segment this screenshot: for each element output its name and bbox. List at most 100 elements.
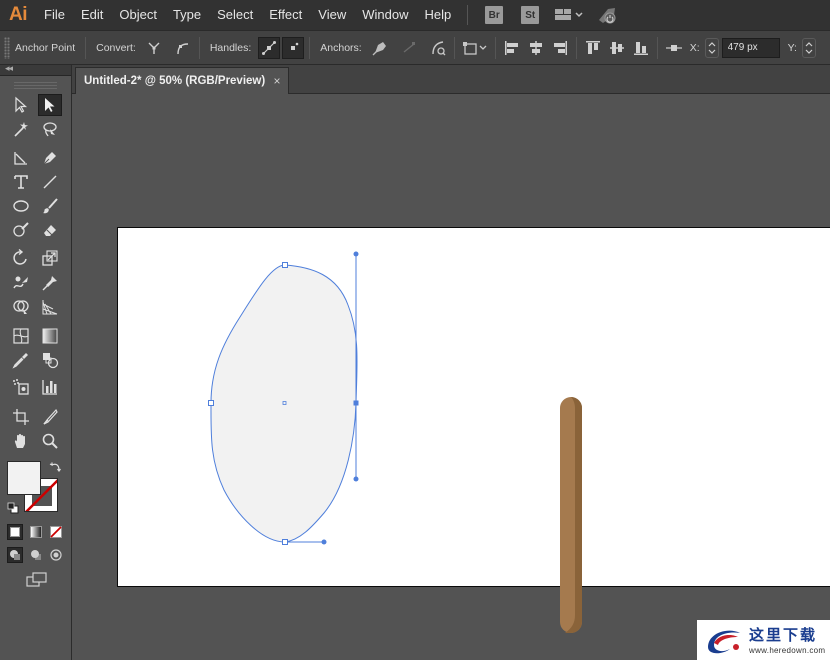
menu-edit[interactable]: Edit [73, 0, 111, 30]
stock-button[interactable]: St [521, 6, 540, 24]
menu-type[interactable]: Type [165, 0, 209, 30]
reference-point-button[interactable] [663, 37, 685, 59]
align-right-button[interactable] [549, 37, 571, 59]
menu-window[interactable]: Window [354, 0, 416, 30]
swap-fill-stroke-button[interactable] [49, 461, 63, 475]
control-separator [85, 36, 87, 59]
shaper-tool[interactable] [9, 219, 33, 241]
gradient-mode-button[interactable] [28, 524, 44, 540]
convert-corner-icon [148, 42, 160, 54]
document-tab[interactable]: Untitled-2* @ 50% (RGB/Preview) × [75, 67, 289, 94]
draw-normal-button[interactable] [7, 547, 23, 563]
artboard-tool[interactable] [9, 406, 33, 428]
shape-builder-tool[interactable] [9, 296, 33, 318]
align-left-button[interactable] [501, 37, 523, 59]
watermark-logo-icon [708, 630, 740, 654]
eraser-icon [44, 225, 56, 236]
cut-path-button[interactable] [427, 37, 449, 59]
direction-handle-point[interactable] [321, 539, 327, 545]
tools-panel-grip[interactable] [14, 82, 57, 90]
eyedropper-tool[interactable] [9, 349, 33, 371]
screen-mode-button[interactable] [25, 571, 49, 589]
zoom-tool[interactable] [38, 430, 62, 452]
scale-tool[interactable] [38, 247, 62, 269]
align-top-button[interactable] [582, 37, 604, 59]
anchor-point[interactable] [208, 400, 214, 406]
pen-remove-icon [372, 41, 386, 55]
menu-help[interactable]: Help [416, 0, 459, 30]
x-label: X: [689, 41, 700, 54]
lasso-tool[interactable] [38, 118, 62, 140]
fill-swatch[interactable] [7, 461, 41, 495]
close-icon[interactable]: × [266, 74, 288, 88]
rotate-tool[interactable] [9, 247, 33, 269]
line-segment-icon [43, 175, 57, 189]
puppet-warp-tool[interactable] [38, 272, 62, 294]
convert-to-smooth-button[interactable] [172, 37, 194, 59]
curvature-tool[interactable] [9, 147, 33, 169]
remove-anchor-button[interactable] [369, 37, 391, 59]
menu-select[interactable]: Select [209, 0, 261, 30]
type-tool[interactable] [9, 171, 33, 193]
selection-tool[interactable] [9, 94, 33, 116]
anchor-point[interactable] [282, 539, 288, 545]
symbol-sprayer-tool[interactable] [9, 376, 33, 398]
menu-view[interactable]: View [310, 0, 354, 30]
direction-handle-point[interactable] [353, 476, 359, 482]
x-position-input[interactable] [721, 37, 780, 58]
perspective-grid-tool[interactable] [38, 296, 62, 318]
slice-tool[interactable] [38, 406, 62, 428]
align-vertical-center-button[interactable] [606, 37, 628, 59]
default-fill-stroke-button[interactable] [7, 501, 19, 514]
control-bar-grip[interactable] [4, 36, 10, 59]
none-mode-button[interactable] [48, 524, 64, 540]
direct-selection-tool[interactable] [38, 94, 62, 116]
control-separator [309, 36, 311, 59]
menu-object[interactable]: Object [111, 0, 165, 30]
gradient-tool[interactable] [38, 325, 62, 347]
x-stepper[interactable] [704, 37, 719, 58]
direction-handle-point[interactable] [353, 251, 359, 257]
mode-label: Anchor Point [15, 41, 76, 54]
symbol-sprayer-icon [13, 379, 29, 395]
blend-tool[interactable] [38, 349, 62, 371]
puppet-warp-icon [42, 276, 57, 291]
isolate-selected-button[interactable] [460, 37, 490, 59]
align-left-icon [504, 40, 518, 55]
anchor-point-selected[interactable] [353, 400, 359, 406]
canvas-area[interactable] [72, 95, 830, 660]
tools-panel-header[interactable]: ◂◂ [0, 63, 71, 76]
mesh-tool[interactable] [9, 325, 33, 347]
bridge-button[interactable]: Br [485, 6, 504, 24]
selected-ellipse-path[interactable] [210, 264, 358, 543]
anchor-point[interactable] [282, 262, 288, 268]
menu-effect[interactable]: Effect [261, 0, 310, 30]
draw-inside-button[interactable] [48, 547, 64, 563]
paintbrush-tool[interactable] [38, 195, 62, 217]
pen-tool[interactable] [38, 147, 62, 169]
arrange-documents-button[interactable] [554, 7, 584, 23]
align-horizontal-center-button[interactable] [525, 37, 547, 59]
y-stepper[interactable] [801, 37, 816, 58]
ellipse-tool[interactable] [9, 195, 33, 217]
warp-tool[interactable] [9, 272, 33, 294]
column-graph-tool[interactable] [38, 376, 62, 398]
draw-behind-button[interactable] [28, 547, 44, 563]
menu-file[interactable]: File [36, 0, 73, 30]
shaper-icon [13, 222, 29, 237]
convert-to-corner-button[interactable] [143, 37, 165, 59]
align-bottom-button[interactable] [630, 37, 652, 59]
gpu-performance-button[interactable] [596, 5, 618, 25]
ellipse-icon [13, 200, 29, 212]
hand-tool[interactable] [9, 430, 33, 452]
draw-normal-icon [10, 550, 20, 560]
connect-anchors-button[interactable] [398, 37, 420, 59]
collapse-panel-icon[interactable]: ◂◂ [5, 63, 13, 74]
line-segment-tool[interactable] [38, 171, 62, 193]
eraser-tool[interactable] [38, 219, 62, 241]
connect-anchors-icon [403, 41, 415, 53]
magic-wand-tool[interactable] [9, 118, 33, 140]
show-handles-button[interactable] [258, 36, 281, 59]
color-mode-button[interactable] [7, 524, 23, 540]
hide-handles-button[interactable] [282, 36, 305, 59]
